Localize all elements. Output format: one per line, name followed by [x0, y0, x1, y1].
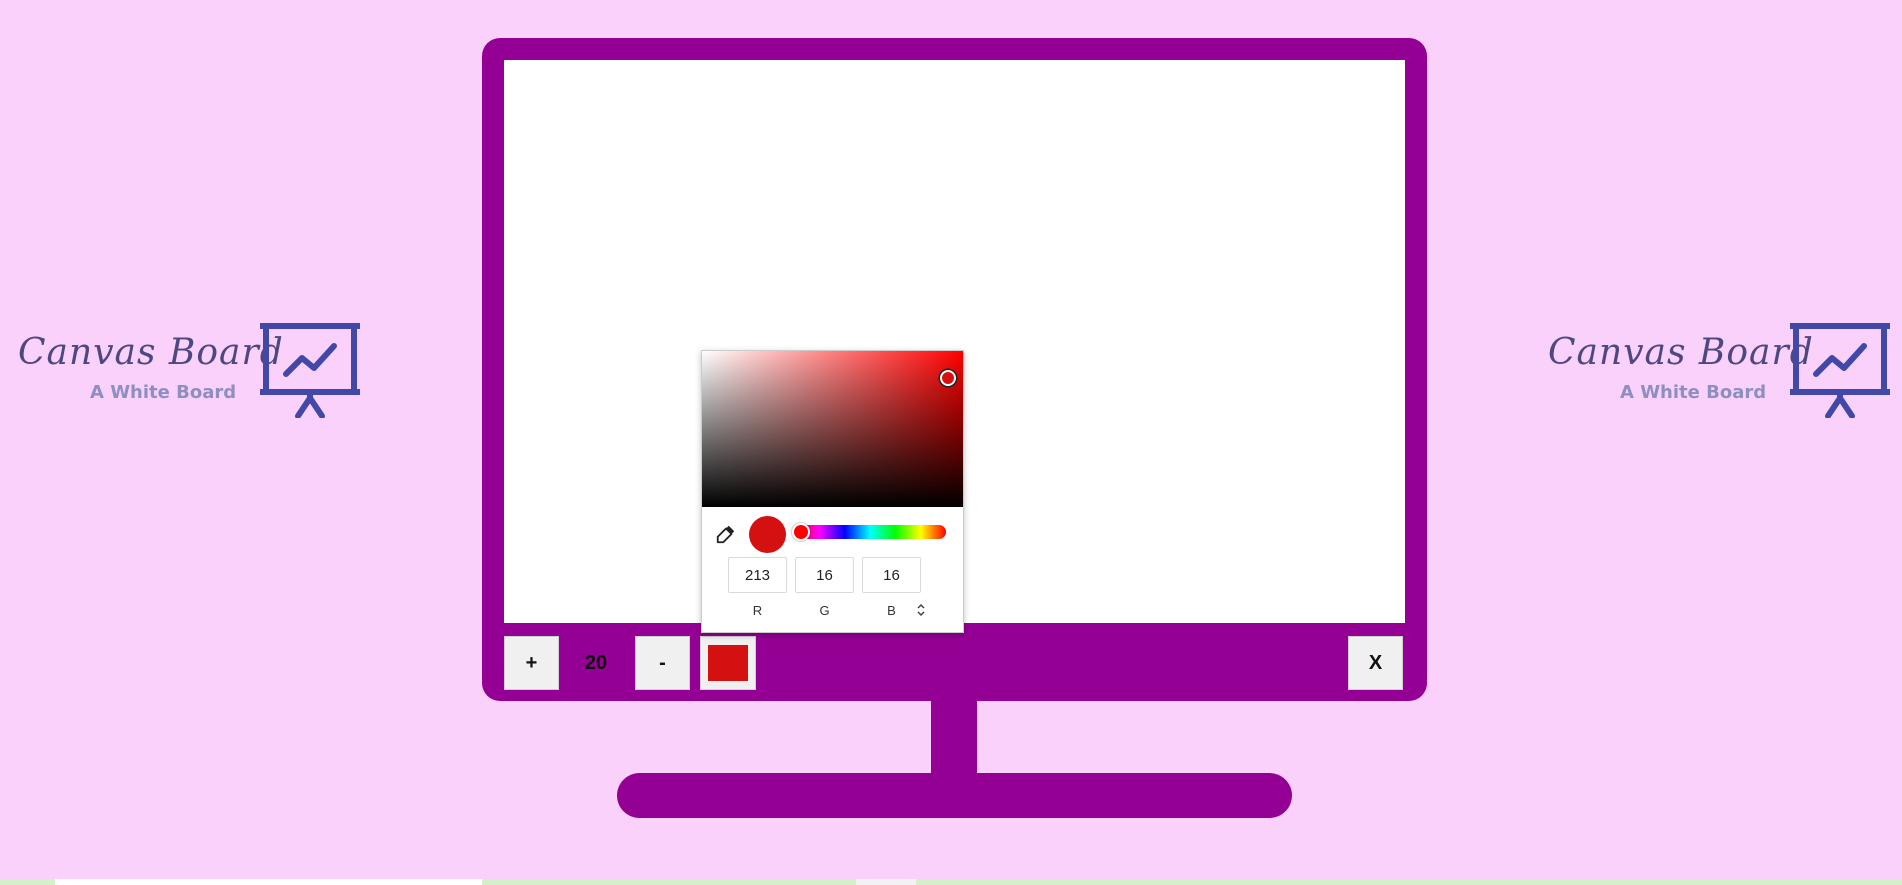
logo-subtitle: A White Board [90, 382, 237, 403]
presentation-chart-icon [1790, 323, 1890, 418]
bottom-strip-segment [856, 879, 916, 885]
green-label: G [819, 603, 830, 618]
monitor-stand-base [617, 773, 1292, 818]
red-input[interactable] [728, 557, 787, 593]
bottom-strip-segment [55, 879, 482, 885]
logo-title: Canvas Board [1548, 332, 1814, 373]
bottom-strip [0, 879, 1902, 885]
color-picker-button[interactable] [700, 636, 756, 690]
logo-left: Canvas Board A White Board [18, 322, 363, 418]
saturation-value-area[interactable] [702, 351, 963, 507]
color-picker-popup: R G B [701, 350, 964, 633]
logo-right: Canvas Board A White Board [1548, 322, 1893, 418]
increase-brush-size-button[interactable]: + [504, 636, 559, 690]
blue-input[interactable] [862, 557, 921, 593]
eyedropper-icon[interactable] [715, 523, 737, 545]
red-label: R [752, 603, 763, 618]
brush-size-value: 20 [584, 652, 608, 674]
green-input[interactable] [795, 557, 854, 593]
saturation-value-handle[interactable] [940, 370, 956, 386]
hue-slider-handle[interactable] [792, 523, 810, 541]
current-color-swatch [708, 645, 748, 681]
logo-title: Canvas Board [18, 332, 284, 373]
hue-slider[interactable] [794, 525, 946, 539]
blue-label: B [887, 603, 896, 618]
monitor-stand-neck [931, 700, 977, 776]
clear-canvas-button[interactable]: X [1348, 636, 1403, 690]
decrease-brush-size-button[interactable]: - [635, 636, 690, 690]
color-preview [749, 516, 786, 553]
logo-subtitle: A White Board [1620, 382, 1767, 403]
presentation-chart-icon [260, 323, 360, 418]
chevron-up-down-icon[interactable] [915, 603, 927, 617]
